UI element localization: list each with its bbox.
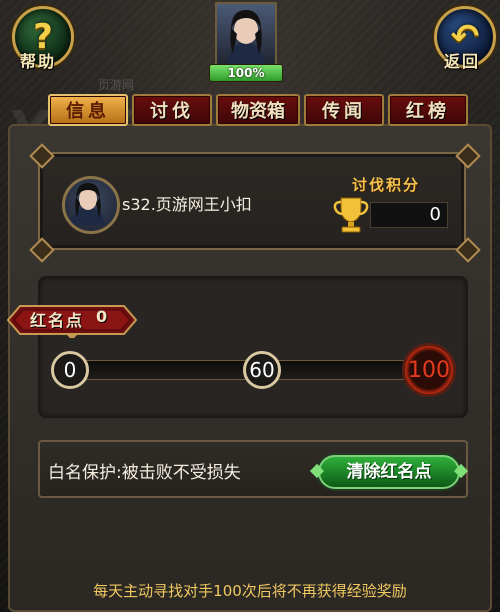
health-percent: 100% [227,66,265,80]
milestone-node-max: 100 [402,343,456,397]
red-points-panel [38,276,468,418]
tab-red-list[interactable]: 红榜 [388,94,468,126]
red-points-value: 0 [96,307,108,326]
milestone-node: 0 [51,351,89,389]
red-points-label: 红名点 [30,311,85,330]
health-bar: 100% [209,64,283,82]
tab-bar: 信息 讨伐 物资箱 传闻 红榜 [48,94,468,126]
avatar-figure [71,183,105,225]
white-name-protection-text: 白名保护:被击败不受损失 [48,463,241,483]
player-portrait[interactable] [215,2,277,68]
tab-crusade[interactable]: 讨伐 [132,94,212,126]
tab-info[interactable]: 信息 [48,94,128,126]
crusade-score-title: 讨伐积分 [352,176,421,194]
back-label: 返回 [444,52,481,71]
experience-limit-note: 每天主动寻找对手100次后将不再获得经验奖励 [93,582,407,600]
trophy-icon [333,197,369,233]
help-label: 帮助 [20,52,57,71]
portrait-figure [227,10,265,66]
watermark-site: 页游网 [98,78,135,92]
player-name: s32.页游网王小扣 [122,195,252,214]
clear-red-points-button[interactable]: 清除红名点 [318,455,460,489]
milestone-node: 60 [243,351,281,389]
crusade-score-value: 0 [370,202,448,228]
avatar [62,176,120,234]
tab-supply-box[interactable]: 物资箱 [216,94,300,126]
tab-rumors[interactable]: 传闻 [304,94,384,126]
